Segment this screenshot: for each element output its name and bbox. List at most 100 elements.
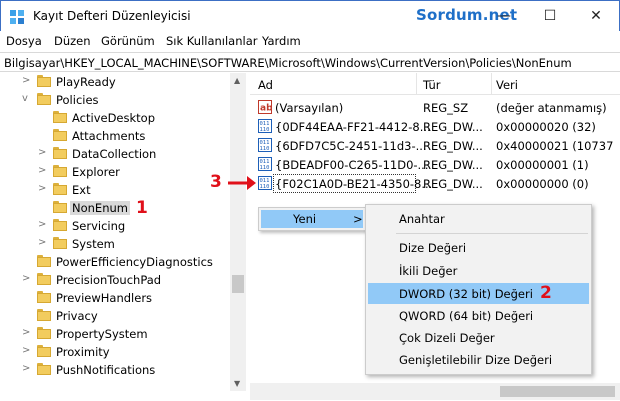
submenu-arrow-icon: > xyxy=(353,212,363,226)
address-bar[interactable]: Bilgisayar\HKEY_LOCAL_MACHINE\SOFTWARE\M… xyxy=(0,52,620,72)
tree-item-label: Ext xyxy=(72,183,91,197)
chevron-right-icon[interactable] xyxy=(38,111,48,123)
menu-item-dword-value[interactable]: DWORD (32 bit) Değeri xyxy=(368,283,589,304)
folder-icon xyxy=(37,272,51,286)
close-button[interactable]: ✕ xyxy=(573,1,619,31)
chevron-right-icon[interactable] xyxy=(22,255,32,267)
tree-item-playready[interactable]: > PlayReady xyxy=(0,73,230,91)
svg-text:110: 110 xyxy=(260,146,270,152)
tree-item-datacollection[interactable]: > DataCollection xyxy=(0,145,230,163)
new-submenu: Anahtar Dize Değeri İkili Değer DWORD (3… xyxy=(365,204,592,375)
scroll-down-icon[interactable]: ▼ xyxy=(234,379,240,388)
tree-item-privacy[interactable]: Privacy xyxy=(0,307,230,325)
chevron-down-icon[interactable]: v xyxy=(22,93,32,105)
chevron-right-icon[interactable]: > xyxy=(22,273,32,285)
value-type: REG_DW... xyxy=(423,158,483,172)
folder-icon xyxy=(37,92,51,106)
tree-item-proximity[interactable]: > Proximity xyxy=(0,343,230,361)
chevron-right-icon[interactable] xyxy=(38,201,48,213)
tree-item-activedesktop[interactable]: ActiveDesktop xyxy=(0,109,230,127)
folder-icon xyxy=(53,146,67,160)
column-name[interactable]: Ad xyxy=(258,78,273,92)
tree-item-label: DataCollection xyxy=(72,147,157,161)
tree-item-label: Policies xyxy=(56,93,99,107)
table-row-new-value[interactable]: 011 110 {F02C1A0D-BE21-4350-8... REG_DW.… xyxy=(250,174,620,193)
string-value-icon: ab xyxy=(258,100,272,114)
tree-item-policies[interactable]: v Policies xyxy=(0,91,230,109)
list-horizontal-scrollbar[interactable] xyxy=(250,383,620,400)
maximize-button[interactable]: ☐ xyxy=(527,1,573,31)
tree-item-propertysystem[interactable]: > PropertySystem xyxy=(0,325,230,343)
tree-item-ext[interactable]: > Ext xyxy=(0,181,230,199)
menu-item-string-value[interactable]: Dize Değeri xyxy=(368,237,589,258)
chevron-right-icon[interactable]: > xyxy=(38,237,48,249)
menu-item-qword-value[interactable]: QWORD (64 bit) Değeri xyxy=(368,305,589,326)
tree-item-label: Proximity xyxy=(56,345,110,359)
tree-item-previewhandlers[interactable]: PreviewHandlers xyxy=(0,289,230,307)
scroll-up-icon[interactable]: ▲ xyxy=(234,76,240,85)
menu-item-label: DWORD (32 bit) Değeri xyxy=(399,287,533,301)
folder-icon xyxy=(53,128,67,142)
tree-item-label: Privacy xyxy=(56,309,98,323)
folder-icon xyxy=(53,236,67,250)
menu-file[interactable]: Dosya xyxy=(6,34,42,48)
folder-icon xyxy=(37,290,51,304)
value-name: {6DFD7C5C-2451-11d3-... xyxy=(275,139,427,153)
column-divider xyxy=(416,73,417,95)
menu-help[interactable]: Yardım xyxy=(262,34,301,48)
tree-item-label: Explorer xyxy=(72,165,120,179)
tree-item-powerefficiency[interactable]: PowerEfficiencyDiagnostics xyxy=(0,253,230,271)
menu-favorites[interactable]: Sık Kullanılanlar xyxy=(166,34,258,48)
menu-item-multi-string-value[interactable]: Çok Dizeli Değer xyxy=(368,327,589,348)
column-divider xyxy=(491,73,492,95)
column-header: Ad Tür Veri xyxy=(250,73,620,95)
chevron-right-icon[interactable]: > xyxy=(22,327,32,339)
menu-item-expandable-string-value[interactable]: Genişletilebilir Dize Değeri xyxy=(368,349,589,370)
svg-text:110: 110 xyxy=(260,184,270,190)
chevron-right-icon[interactable]: > xyxy=(22,75,32,87)
menu-item-key[interactable]: Anahtar xyxy=(368,208,589,229)
tree-item-label: System xyxy=(72,237,115,251)
chevron-right-icon[interactable] xyxy=(22,291,32,303)
chevron-right-icon[interactable]: > xyxy=(38,165,48,177)
menu-item-new[interactable]: Yeni > xyxy=(261,210,363,228)
value-name: (Varsayılan) xyxy=(275,101,344,115)
chevron-right-icon[interactable] xyxy=(22,309,32,321)
menu-item-label: Genişletilebilir Dize Değeri xyxy=(399,353,553,367)
tree-item-pushnotifications[interactable]: > PushNotifications xyxy=(0,361,230,379)
menu-view[interactable]: Görünüm xyxy=(101,34,155,48)
value-data: 0x40000021 (10737 xyxy=(496,139,614,153)
folder-icon xyxy=(37,362,51,376)
chevron-right-icon[interactable]: > xyxy=(38,183,48,195)
chevron-right-icon[interactable]: > xyxy=(22,345,32,357)
chevron-right-icon[interactable]: > xyxy=(38,147,48,159)
column-data[interactable]: Veri xyxy=(496,78,518,92)
tree-item-system[interactable]: > System xyxy=(0,235,230,253)
menu-item-binary-value[interactable]: İkili Değer xyxy=(368,260,589,281)
folder-icon xyxy=(37,74,51,88)
column-type[interactable]: Tür xyxy=(423,78,440,92)
chevron-right-icon[interactable]: > xyxy=(38,219,48,231)
tree-item-servicing[interactable]: > Servicing xyxy=(0,217,230,235)
scrollbar-thumb[interactable] xyxy=(500,386,615,397)
folder-icon xyxy=(37,344,51,358)
table-row[interactable]: 011 110 {6DFD7C5C-2451-11d3-... REG_DW..… xyxy=(250,136,620,155)
folder-icon xyxy=(53,218,67,232)
menu-edit[interactable]: Düzen xyxy=(54,34,91,48)
binary-value-icon: 011 110 xyxy=(258,157,272,171)
value-type: REG_DW... xyxy=(423,177,483,191)
tree-item-explorer[interactable]: > Explorer xyxy=(0,163,230,181)
tree-item-label: PrecisionTouchPad xyxy=(56,273,162,287)
table-row[interactable]: 011 110 {BDEADF00-C265-11D0-... REG_DW..… xyxy=(250,155,620,174)
table-row[interactable]: 011 110 {0DF44EAA-FF21-4412-8... REG_DW.… xyxy=(250,117,620,136)
tree-scrollbar[interactable]: ▲ ▼ xyxy=(230,73,246,391)
tree-item-attachments[interactable]: Attachments xyxy=(0,127,230,145)
chevron-right-icon[interactable] xyxy=(38,129,48,141)
chevron-right-icon[interactable]: > xyxy=(22,363,32,375)
minimize-button[interactable]: — xyxy=(481,1,527,31)
tree-item-nonenum[interactable]: NonEnum xyxy=(0,199,230,217)
tree-item-precisiontouchpad[interactable]: > PrecisionTouchPad xyxy=(0,271,230,289)
scrollbar-thumb[interactable] xyxy=(232,275,244,293)
table-row[interactable]: ab (Varsayılan) REG_SZ (değer atanmamış) xyxy=(250,98,620,117)
svg-text:110: 110 xyxy=(260,127,270,133)
